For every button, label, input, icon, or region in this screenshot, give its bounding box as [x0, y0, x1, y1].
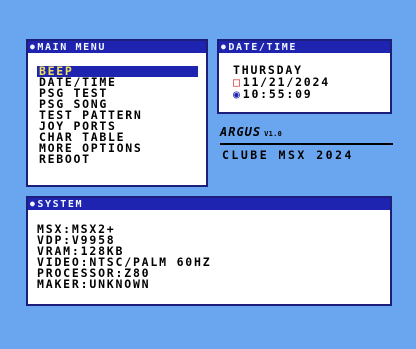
date-time-title: DATE/TIME: [228, 42, 298, 53]
time-row: ◉10:55:09: [233, 87, 313, 101]
app-name: ARGUS: [220, 125, 262, 139]
credit-text: CLUBE MSX 2024: [222, 148, 354, 162]
system-panel: ●SYSTEM MSX:MSX2+ VDP:V9958 VRAM:128KB V…: [26, 196, 392, 306]
main-menu-panel: ●MAIN MENU BEEP DATE/TIME PSG TEST PSG S…: [26, 39, 208, 187]
app-logo: ARGUS V1.0: [220, 125, 282, 141]
menu-list: BEEP DATE/TIME PSG TEST PSG SONG TEST PA…: [37, 65, 198, 165]
date-time-panel: ●DATE/TIME THURSDAY □11/21/2024 ◉10:55:0…: [217, 39, 392, 114]
menu-item-reboot[interactable]: REBOOT: [37, 153, 198, 165]
title-bullet-icon: ●: [30, 42, 37, 51]
title-bullet-icon: ●: [221, 42, 228, 51]
date-time-title-bar: ●DATE/TIME: [219, 41, 390, 53]
main-menu-title: MAIN MENU: [37, 42, 107, 53]
app-version: V1.0: [264, 130, 283, 138]
divider: [220, 143, 393, 145]
time-value: 10:55:09: [242, 87, 313, 101]
clock-icon: ◉: [233, 87, 242, 101]
title-bullet-icon: ●: [30, 199, 37, 208]
system-title: SYSTEM: [37, 199, 84, 210]
system-info-maker: MAKER:UNKNOWN: [37, 277, 151, 291]
system-title-bar: ●SYSTEM: [28, 198, 390, 210]
main-menu-title-bar: ●MAIN MENU: [28, 41, 206, 53]
